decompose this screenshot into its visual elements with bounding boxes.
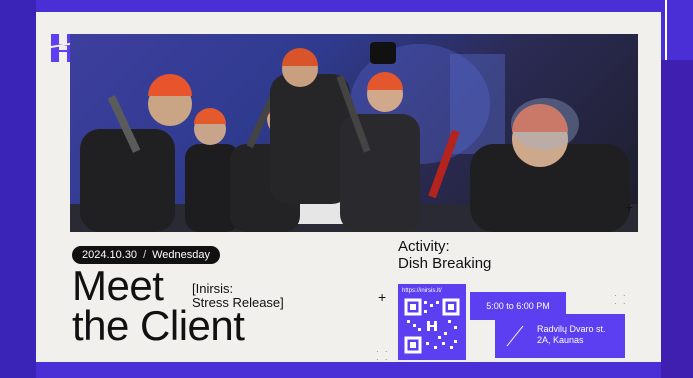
event-subtitle-line2: Stress Release] [192, 295, 284, 310]
event-subtitle-line1: [Inirsis: [192, 281, 234, 296]
activity-label: Activity: Dish Breaking [398, 238, 491, 272]
event-address-line1: Radvilų Dvaro st. [537, 324, 606, 334]
plus-icon: + [625, 199, 634, 215]
background-stripe-left [0, 0, 36, 378]
diagonal-line-icon [506, 325, 524, 347]
team-photo [70, 34, 638, 232]
event-title-line2: the Client [72, 302, 245, 349]
activity-name: Dish Breaking [398, 255, 492, 272]
date-separator: / [143, 249, 147, 261]
dot-grid-icon: · · · · [614, 291, 628, 308]
event-address: Radvilų Dvaro st. 2A, Kaunas [537, 324, 606, 346]
background-stripe-right [661, 60, 693, 378]
team-photo-illustration [70, 42, 638, 232]
qr-url: https://inirsis.lt/ [402, 288, 442, 294]
activity-heading: Activity: [398, 238, 450, 255]
event-address-line2: 2A, Kaunas [537, 335, 584, 345]
background-corner-frame [665, 0, 693, 60]
event-address-box: Radvilų Dvaro st. 2A, Kaunas [495, 314, 625, 358]
event-time: 5:00 to 6:00 PM [486, 301, 550, 311]
dot-grid-icon: · · · · [376, 347, 390, 364]
plus-icon: + [378, 289, 387, 305]
event-date: 2024.10.30 [82, 249, 138, 261]
event-weekday: Wednesday [152, 249, 211, 261]
qr-code-icon [404, 298, 460, 354]
event-subtitle: [Inirsis: Stress Release] [192, 282, 284, 310]
qr-card[interactable]: https://inirsis.lt/ [398, 284, 466, 360]
